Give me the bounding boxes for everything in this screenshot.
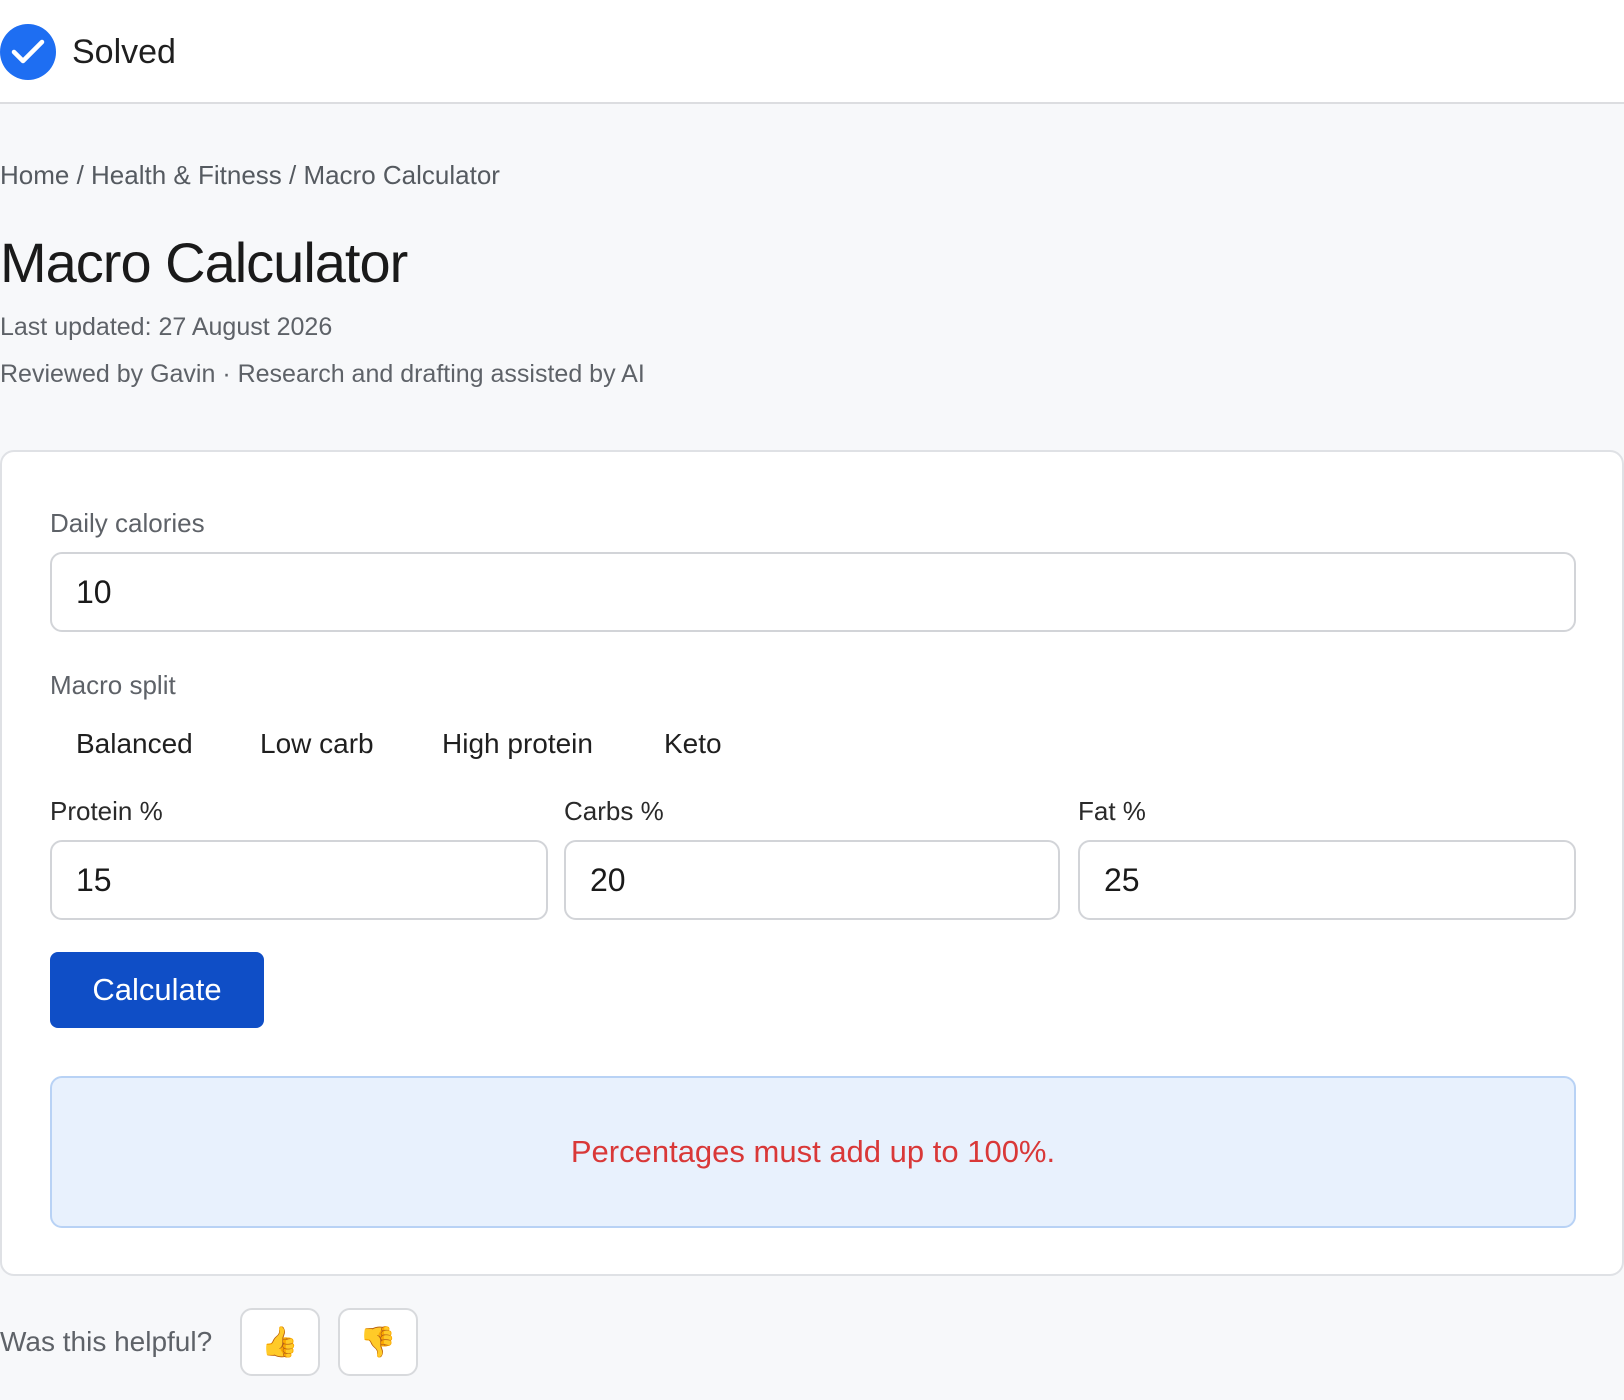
- preset-high-protein[interactable]: High protein: [442, 726, 593, 762]
- check-circle-icon: [0, 24, 56, 80]
- result-box: Percentages must add up to 100%.: [50, 1076, 1576, 1228]
- preset-keto[interactable]: Keto: [664, 726, 722, 762]
- carbs-label: Carbs %: [564, 796, 664, 826]
- breadcrumb: Home / Health & Fitness / Macro Calculat…: [0, 160, 500, 190]
- feedback-question: Was this helpful?: [0, 1326, 213, 1357]
- carbs-input[interactable]: [564, 840, 1060, 920]
- thumbs-down-button[interactable]: 👎: [338, 1308, 418, 1376]
- macro-split-label: Macro split: [50, 670, 176, 700]
- top-bar: Solved: [0, 0, 1624, 104]
- preset-low-carb[interactable]: Low carb: [260, 726, 374, 762]
- calculator-card: Daily calories Macro split Balanced Low …: [0, 450, 1624, 1276]
- protein-label: Protein %: [50, 796, 163, 826]
- calculate-button[interactable]: Calculate: [50, 952, 264, 1028]
- fat-input[interactable]: [1078, 840, 1576, 920]
- daily-calories-input[interactable]: [50, 552, 1576, 632]
- thumbs-up-button[interactable]: 👍: [240, 1308, 320, 1376]
- fat-label: Fat %: [1078, 796, 1146, 826]
- preset-balanced[interactable]: Balanced: [76, 726, 193, 762]
- status-label: Solved: [72, 33, 176, 71]
- thumbs-up-icon: 👍: [261, 1324, 299, 1360]
- error-message: Percentages must add up to 100%.: [570, 1134, 1056, 1169]
- thumbs-down-icon: 👎: [359, 1324, 397, 1360]
- protein-input[interactable]: [50, 840, 548, 920]
- reviewed-by: Reviewed by Gavin · Research and draftin…: [0, 360, 645, 388]
- checkmark-icon: [11, 39, 45, 64]
- page-title: Macro Calculator: [0, 231, 408, 294]
- last-updated: Last updated: 27 August 2026: [0, 313, 333, 341]
- daily-calories-label: Daily calories: [50, 508, 205, 538]
